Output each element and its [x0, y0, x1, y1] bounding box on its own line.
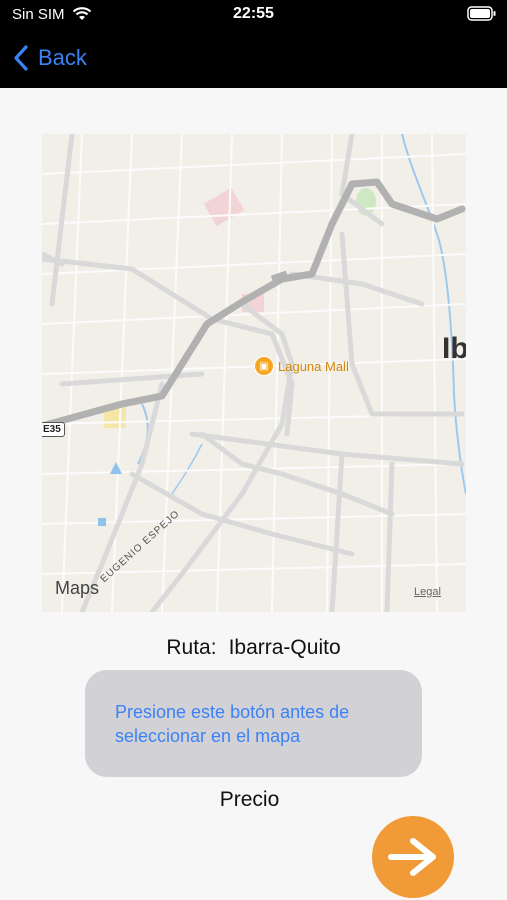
route-row: Ruta: Ibarra-Quito — [0, 636, 507, 660]
arrow-right-icon — [388, 838, 436, 876]
price-label: Precio — [219, 788, 280, 811]
maps-logo: Maps — [54, 578, 99, 599]
poi-marker[interactable]: ▣ Laguna Mall — [254, 356, 349, 376]
chevron-left-icon — [14, 45, 28, 71]
shopping-bag-icon: ▣ — [254, 356, 274, 376]
route-label: Ruta: — [166, 636, 217, 659]
legal-link[interactable]: Legal — [414, 586, 441, 598]
highway-shield: E35 — [42, 422, 65, 437]
next-button[interactable] — [372, 816, 454, 898]
maps-logo-text: Maps — [55, 578, 100, 598]
back-button[interactable]: Back — [12, 42, 87, 74]
battery-icon — [467, 6, 496, 21]
route-value: Ibarra-Quito — [228, 636, 341, 659]
select-on-map-label: Presione este botón antes de seleccionar… — [115, 702, 350, 746]
city-label: Ib — [442, 332, 466, 365]
map-view[interactable]: Ib ▣ Laguna Mall E35 EUGENIO ESPEJO Maps… — [42, 134, 466, 612]
select-on-map-button[interactable]: Presione este botón antes de seleccionar… — [85, 670, 422, 777]
poi-label: Laguna Mall — [278, 358, 349, 374]
status-bar: Sin SIM 22:55 Back — [0, 0, 507, 88]
back-label: Back — [38, 45, 87, 70]
status-time: 22:55 — [233, 5, 274, 22]
